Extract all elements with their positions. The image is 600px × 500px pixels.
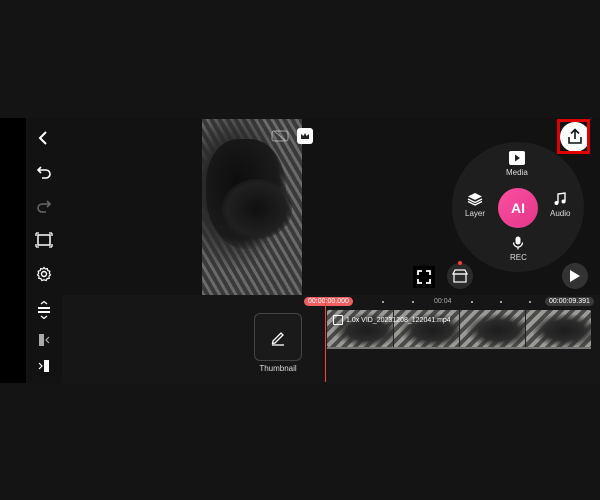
audio-button[interactable]: Audio (550, 192, 570, 218)
fullscreen-button[interactable] (413, 266, 435, 288)
settings-gear-icon (36, 266, 52, 282)
clip-frame (459, 310, 526, 347)
crop-icon (35, 232, 53, 248)
watermark-icon (270, 129, 290, 143)
cat-shape-lower (222, 179, 292, 239)
layer-label: Layer (465, 209, 486, 218)
play-icon (570, 270, 580, 282)
layer-button[interactable]: Layer (465, 192, 485, 218)
media-button[interactable]: Media (506, 151, 528, 177)
store-icon (452, 269, 468, 283)
microphone-icon (513, 236, 524, 250)
media-label: Media (506, 168, 528, 177)
notification-dot (458, 261, 462, 265)
ruler-tick (471, 301, 473, 303)
current-time-badge: 00:00:00.000 (304, 297, 353, 306)
audio-label: Audio (550, 209, 571, 218)
undo-icon (36, 166, 51, 179)
play-button[interactable] (562, 263, 588, 289)
image-icon (333, 315, 343, 325)
ruler-tick (382, 301, 384, 303)
collapse-left-icon (39, 334, 50, 346)
back-arrow-icon (38, 131, 47, 145)
premium-crown-icon[interactable] (297, 128, 313, 144)
collapse-track-button[interactable] (30, 326, 58, 354)
thumbnail-label: Thumbnail (259, 364, 297, 373)
store-button[interactable] (447, 263, 473, 289)
layers-icon (467, 193, 483, 206)
left-toolbar (26, 118, 62, 383)
expand-right-icon (38, 360, 49, 372)
ai-label: AI (511, 200, 525, 216)
audio-waveform (327, 347, 591, 349)
crop-button[interactable] (30, 226, 58, 254)
clip-filename: 1.0x VID_20231208_122041.mp4 (346, 316, 451, 324)
music-note-icon (554, 192, 566, 205)
clip-frame (525, 310, 591, 347)
left-edge-strip (0, 118, 26, 383)
video-preview[interactable] (202, 119, 302, 295)
track-height-button[interactable] (30, 296, 58, 324)
playhead[interactable] (325, 300, 326, 382)
pencil-edit-icon (271, 332, 284, 346)
thumbnail-button[interactable] (254, 313, 302, 361)
rec-button[interactable]: REC (510, 236, 527, 262)
track-height-icon (38, 301, 50, 319)
expand-track-button[interactable] (30, 352, 58, 380)
fullscreen-icon (417, 270, 431, 284)
settings-button[interactable] (30, 260, 58, 288)
ai-button[interactable]: AI (498, 188, 538, 228)
ruler-tick (529, 301, 531, 303)
ruler-mark-label: 00:04 (434, 298, 452, 305)
export-highlight-box (557, 119, 590, 154)
clip-label: 1.0x VID_20231208_122041.mp4 (333, 315, 451, 325)
media-play-icon (508, 151, 525, 165)
ruler-tick (412, 301, 414, 303)
total-duration-badge: 00:00:09.391 (545, 297, 594, 306)
redo-icon (37, 200, 52, 213)
ruler-tick (500, 301, 502, 303)
undo-button[interactable] (30, 158, 58, 186)
redo-button[interactable] (30, 192, 58, 220)
back-button[interactable] (30, 124, 58, 152)
rec-label: REC (510, 253, 527, 262)
